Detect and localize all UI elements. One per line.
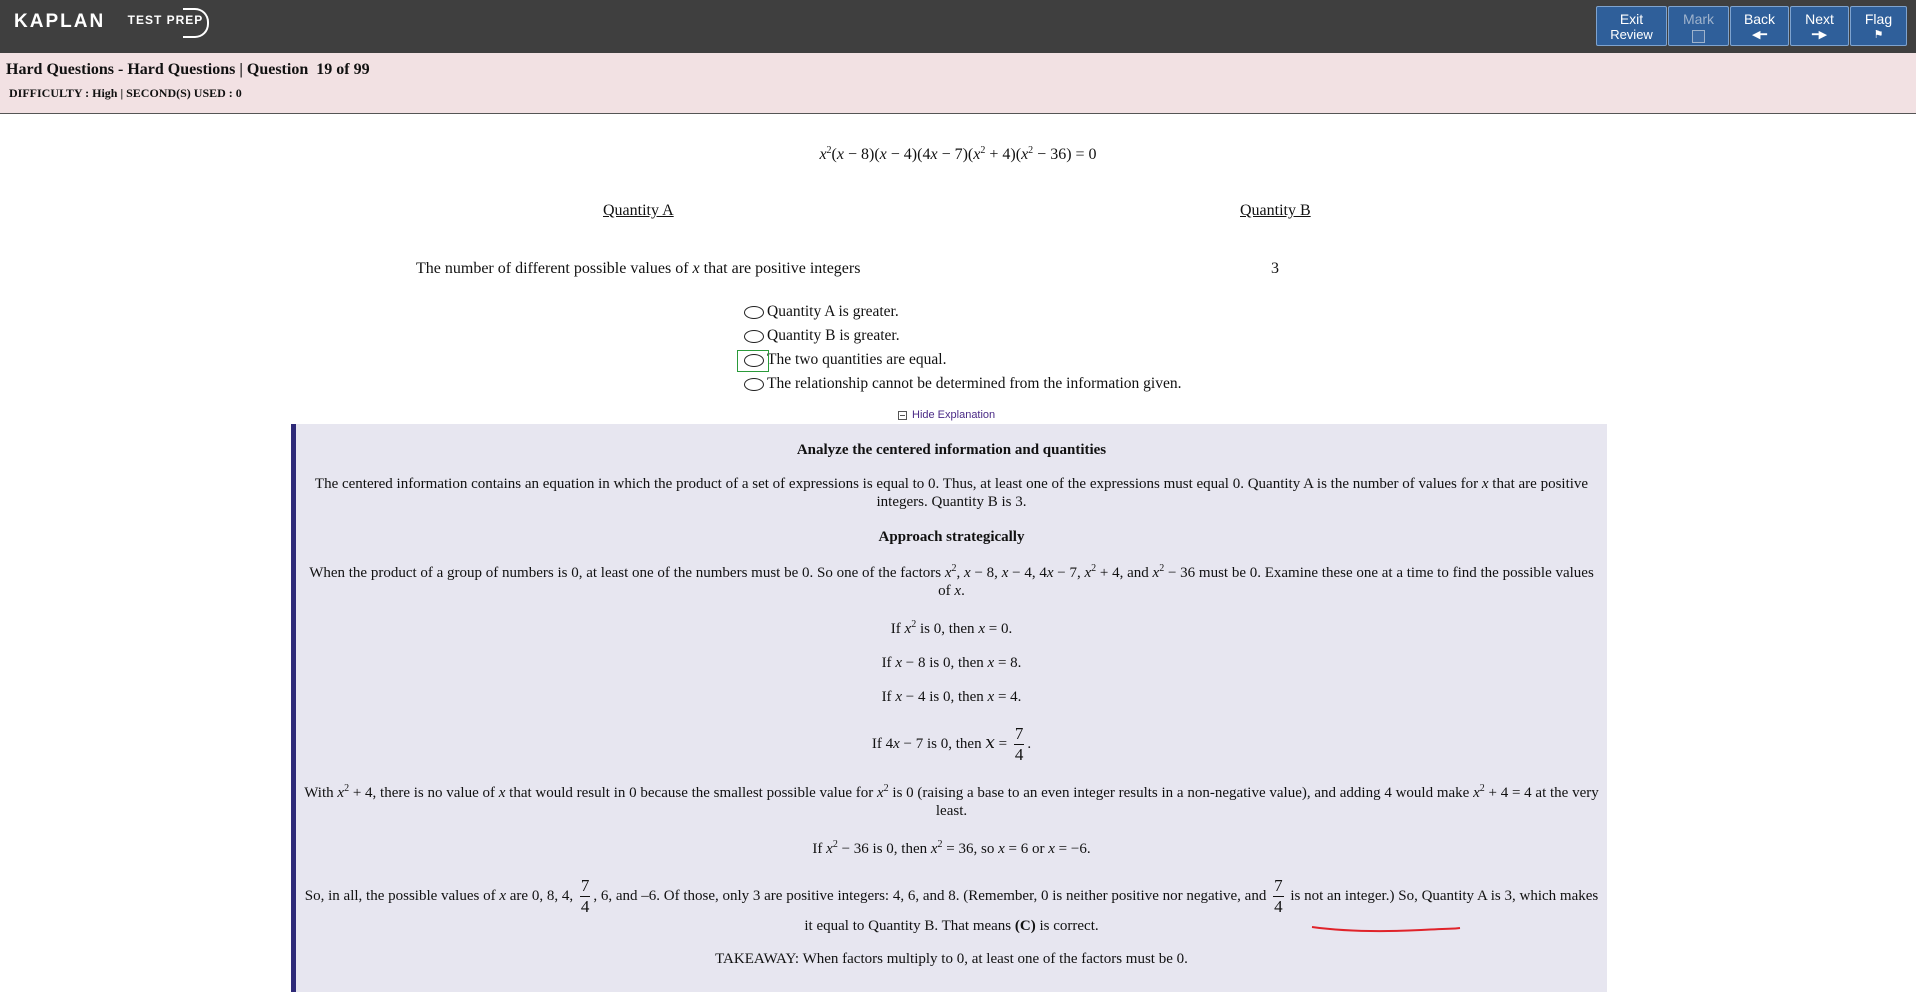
exit-review-line2: Review bbox=[1610, 27, 1653, 42]
quantity-b-text: 3 bbox=[1271, 260, 1279, 277]
mark-label: Mark bbox=[1682, 11, 1715, 27]
flag-icon: ⚑ bbox=[1873, 29, 1884, 41]
case-x-squared: If x2 is 0, then x = 0. bbox=[890, 619, 1013, 638]
back-arrow-icon: ◀━ bbox=[1751, 29, 1768, 41]
hide-explanation-label: Hide Explanation bbox=[912, 409, 996, 421]
choice-c[interactable]: The two quantities are equal. bbox=[737, 348, 1182, 372]
quantity-a-heading: Quantity A bbox=[603, 202, 674, 219]
question-header: Hard Questions - Hard Questions | Questi… bbox=[0, 53, 1916, 114]
question-title: Hard Questions - Hard Questions | Questi… bbox=[6, 61, 370, 79]
choice-d[interactable]: The relationship cannot be determined fr… bbox=[744, 372, 1182, 396]
centered-equation: x2(x − 8)(x − 4)(4x − 7)(x2 + 4)(x2 − 36… bbox=[819, 145, 1097, 164]
next-label: Next bbox=[1805, 11, 1834, 27]
explanation-heading-2: Approach strategically bbox=[878, 529, 1025, 545]
case-x-minus-4: If x − 4 is 0, then x = 4. bbox=[881, 689, 1022, 705]
explanation-paragraph-2: When the product of a group of numbers i… bbox=[309, 563, 1594, 600]
next-arrow-icon: ━▶ bbox=[1811, 29, 1828, 41]
red-annotation-underline bbox=[1311, 926, 1461, 932]
explanation-panel: Analyze the centered information and qua… bbox=[291, 424, 1607, 992]
top-bar: KAPLAN TEST PREP Exit Review Mark Back ◀… bbox=[0, 0, 1916, 53]
focus-outline bbox=[737, 350, 769, 372]
case-x-squared-minus-36: If x2 − 36 is 0, then x2 = 36, so x = 6 … bbox=[812, 839, 1091, 858]
question-meta: DIFFICULTY : High | SECOND(S) USED : 0 bbox=[9, 86, 242, 100]
logo-swoosh-icon bbox=[183, 8, 210, 38]
choice-b-label: Quantity B is greater. bbox=[767, 327, 900, 344]
choice-a[interactable]: Quantity A is greater. bbox=[744, 300, 1182, 324]
back-button[interactable]: Back ◀━ bbox=[1730, 6, 1789, 46]
radio-a[interactable] bbox=[744, 305, 764, 319]
mark-button[interactable]: Mark bbox=[1668, 6, 1729, 46]
quantity-b-heading: Quantity B bbox=[1240, 202, 1311, 219]
explanation-heading-1: Analyze the centered information and qua… bbox=[796, 442, 1107, 458]
back-label: Back bbox=[1743, 11, 1776, 27]
question-number: 19 of 99 bbox=[316, 61, 370, 78]
explanation-paragraph-1: The centered information contains an equ… bbox=[314, 476, 1589, 510]
next-button[interactable]: Next ━▶ bbox=[1790, 6, 1849, 46]
logo-wordmark: KAPLAN bbox=[14, 11, 106, 32]
explanation-paragraph-3: With x2 + 4, there is no value of x that… bbox=[304, 783, 1599, 820]
choice-c-label: The two quantities are equal. bbox=[767, 351, 947, 368]
quantity-a-text: The number of different possible values … bbox=[416, 260, 861, 277]
answer-choices: Quantity A is greater. Quantity B is gre… bbox=[737, 300, 1182, 396]
flag-button[interactable]: Flag ⚑ bbox=[1850, 6, 1907, 46]
choice-d-label: The relationship cannot be determined fr… bbox=[767, 375, 1182, 392]
hide-explanation-link[interactable]: Hide Explanation bbox=[898, 409, 995, 421]
mark-checkbox[interactable] bbox=[1692, 30, 1705, 43]
kaplan-logo: KAPLAN TEST PREP bbox=[14, 8, 210, 38]
takeaway: TAKEAWAY: When factors multiply to 0, at… bbox=[715, 951, 1188, 967]
case-4x-minus-7: If 4x − 7 is 0, then x = 74. bbox=[871, 724, 1032, 764]
question-title-text: Hard Questions - Hard Questions | Questi… bbox=[6, 61, 309, 78]
collapse-icon bbox=[898, 410, 907, 420]
radio-d[interactable] bbox=[744, 377, 764, 391]
exit-review-line1: Exit bbox=[1619, 11, 1644, 27]
exit-review-button[interactable]: Exit Review bbox=[1596, 6, 1667, 46]
choice-b[interactable]: Quantity B is greater. bbox=[744, 324, 1182, 348]
case-x-minus-8: If x − 8 is 0, then x = 8. bbox=[881, 655, 1022, 671]
choice-a-label: Quantity A is greater. bbox=[767, 303, 899, 320]
flag-label: Flag bbox=[1864, 11, 1893, 27]
radio-b[interactable] bbox=[744, 329, 764, 343]
